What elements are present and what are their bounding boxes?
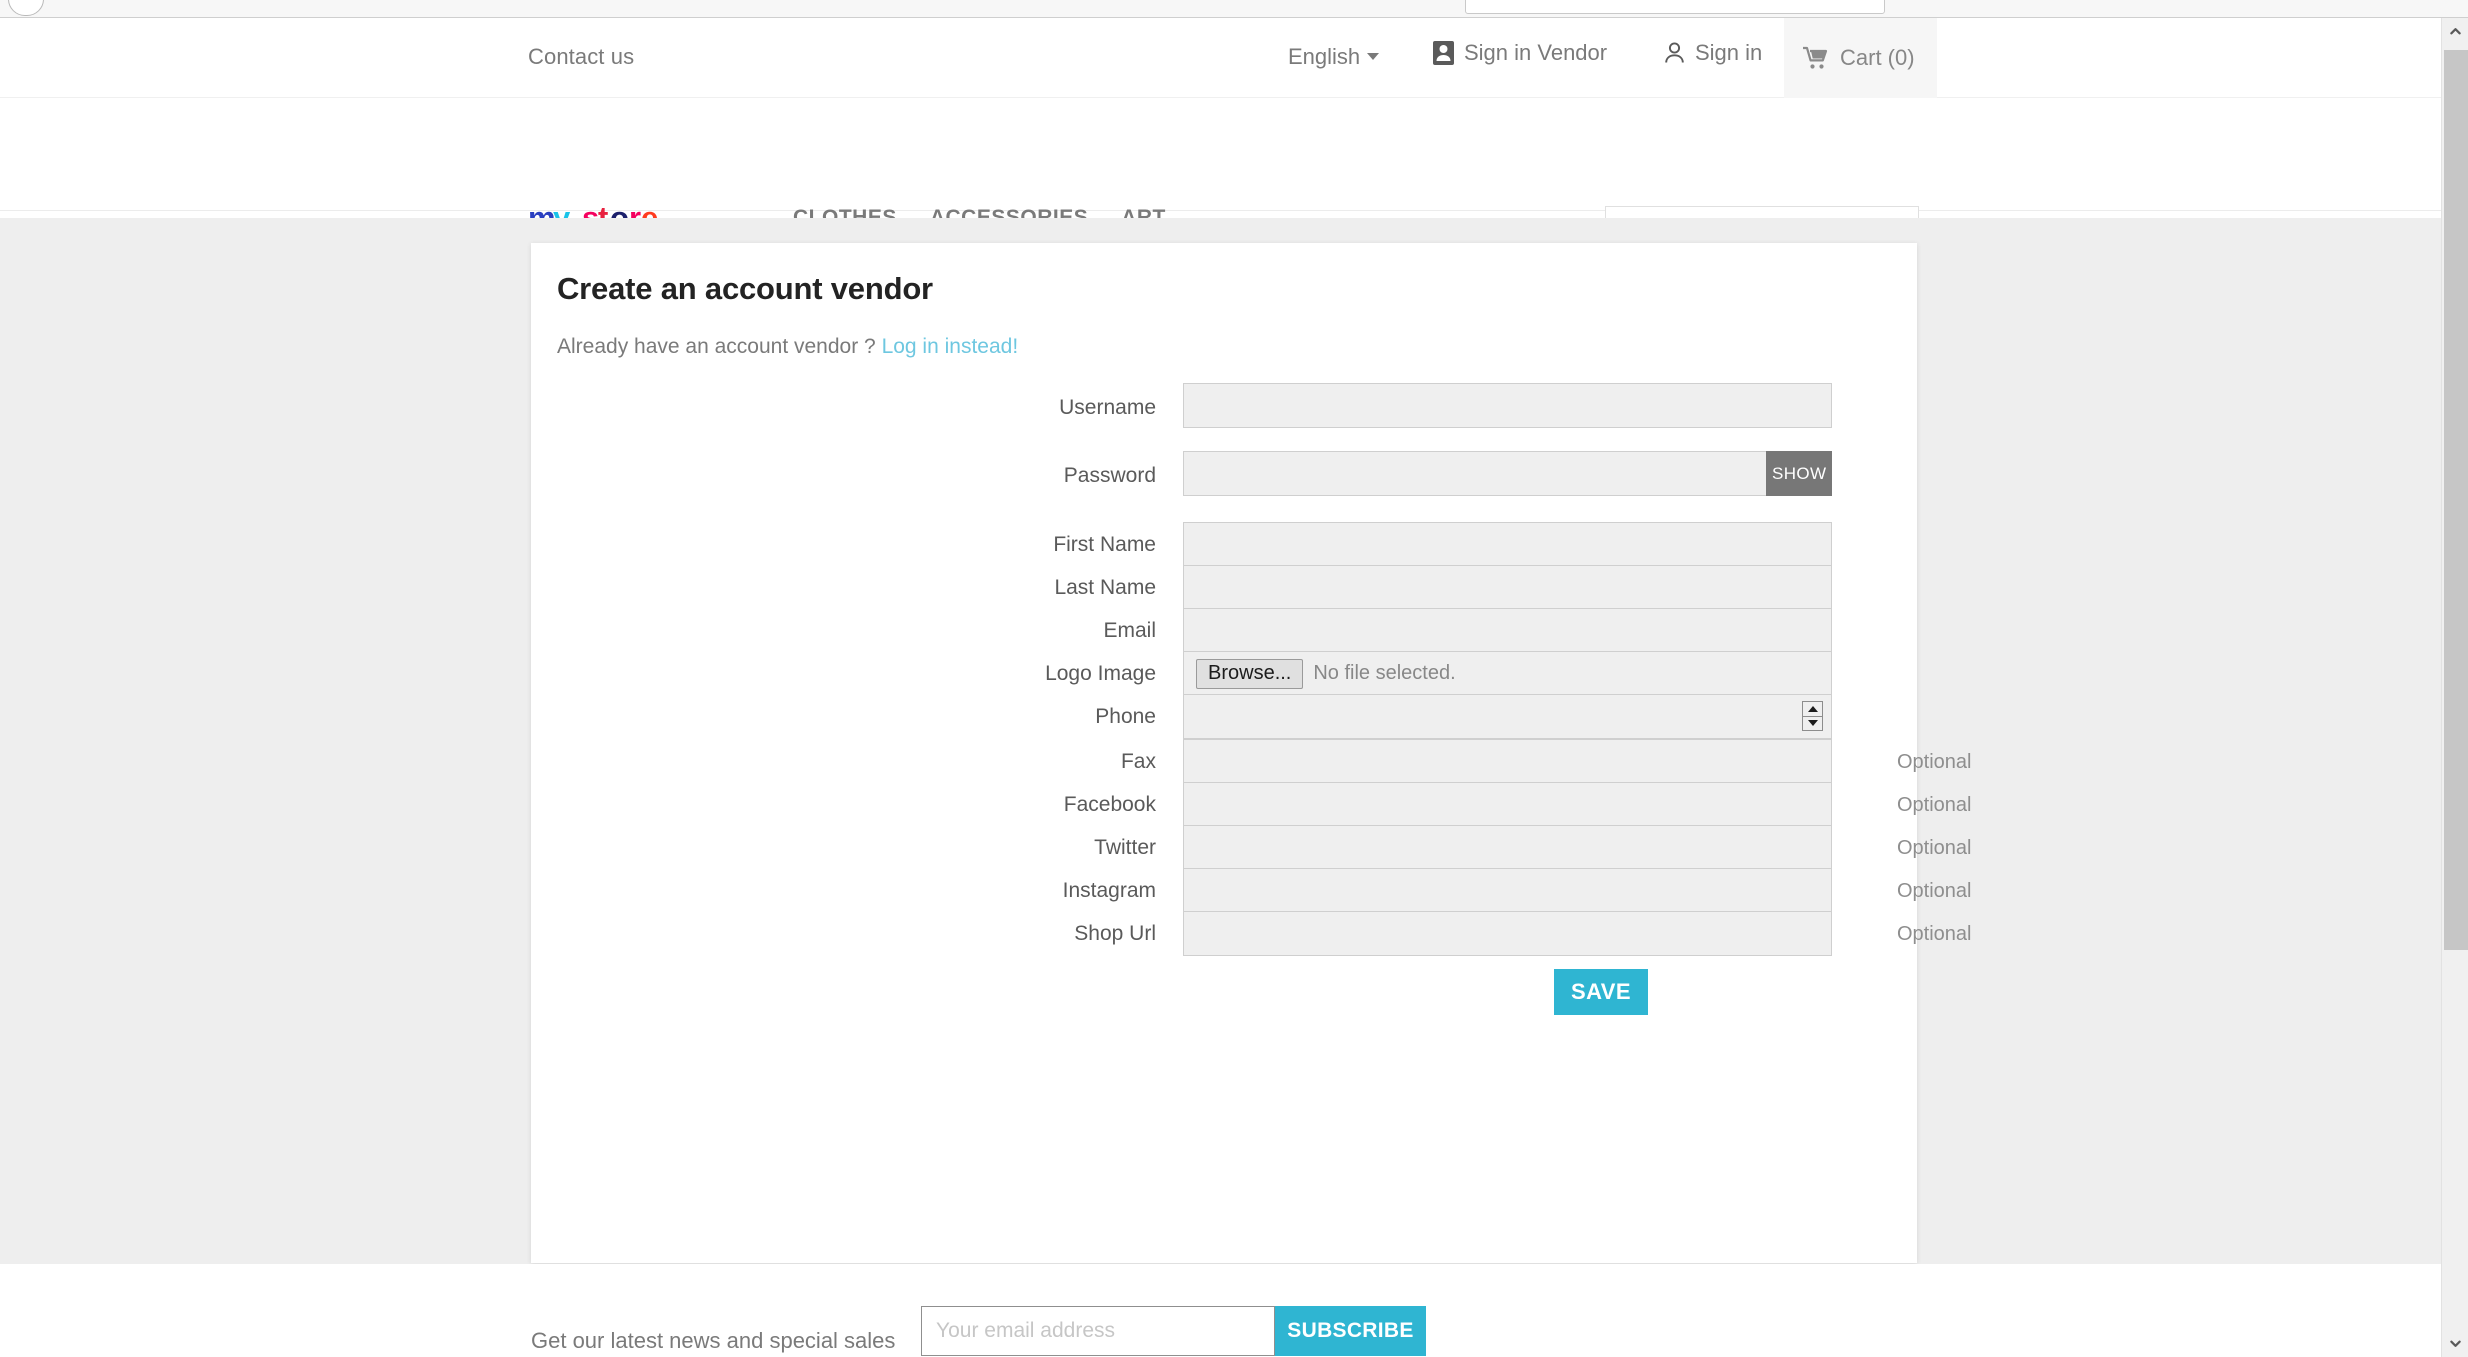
form-row-password: Password SHOW [531, 450, 1917, 522]
vendor-registration-form: Username Password SHOW First Name Last N… [531, 383, 1972, 1044]
password-label: Password [1063, 464, 1156, 487]
newsletter-section: Get our latest news and special sales SU… [0, 1264, 2441, 1357]
browser-tab-stub[interactable] [8, 0, 44, 16]
vendor-badge-icon [1432, 40, 1455, 66]
username-input[interactable] [1183, 383, 1832, 428]
phone-number-stepper[interactable] [1802, 701, 1823, 731]
fax-optional-hint: Optional [1897, 751, 1972, 773]
chevron-down-icon [1367, 52, 1380, 60]
page-content-area: Create an account vendor Already have an… [0, 218, 2441, 1357]
form-row-phone: Phone [531, 694, 1917, 739]
chevron-down-icon [2450, 1340, 2461, 1347]
sign-in-label: Sign in [1695, 40, 1763, 65]
form-row-facebook: Facebook Optional [531, 782, 1972, 827]
subscribe-button[interactable]: SUBSCRIBE [1275, 1306, 1426, 1356]
site-header: m y s t o r e CLOTHES ACCESSORIES ART [0, 98, 2441, 254]
form-row-twitter: Twitter Optional [531, 825, 1972, 870]
email-label: Email [1103, 619, 1156, 642]
instagram-optional-hint: Optional [1897, 880, 1972, 902]
triangle-down-icon [1807, 720, 1818, 727]
login-instead-text: Already have an account vendor ? [557, 335, 876, 358]
language-label: English [1288, 44, 1361, 69]
form-actions: SAVE [531, 954, 1917, 1044]
stepper-up-button[interactable] [1803, 702, 1822, 717]
scrollbar-down-arrow[interactable] [2442, 1330, 2468, 1357]
facebook-input[interactable] [1183, 782, 1832, 827]
login-instead-prompt: Already have an account vendor ? Log in … [557, 335, 1018, 359]
user-icon [1663, 40, 1686, 66]
form-row-shop-url: Shop Url Optional [531, 911, 1972, 956]
password-field-group: SHOW [1183, 451, 1832, 496]
triangle-up-icon [1807, 705, 1818, 712]
sign-in-vendor-label: Sign in Vendor [1464, 40, 1608, 65]
form-row-first-name: First Name [531, 522, 1917, 567]
sign-in-vendor-link[interactable]: Sign in Vendor [1432, 36, 1607, 70]
browse-button[interactable]: Browse... [1196, 658, 1304, 689]
show-password-button[interactable]: SHOW [1766, 451, 1832, 496]
fax-label: Fax [1120, 750, 1156, 773]
fax-input[interactable] [1183, 739, 1832, 784]
first-name-label: First Name [1053, 533, 1156, 556]
facebook-optional-hint: Optional [1897, 794, 1972, 816]
scrollbar-up-arrow[interactable] [2442, 18, 2468, 45]
vertical-scrollbar[interactable] [2441, 18, 2468, 1357]
shop-url-label: Shop Url [1074, 922, 1156, 945]
form-row-logo-image: Logo Image Browse... No file selected. [531, 651, 1917, 696]
shopping-cart-icon [1802, 45, 1830, 71]
form-row-email: Email [531, 608, 1917, 653]
last-name-input[interactable] [1183, 565, 1832, 610]
password-input[interactable] [1183, 451, 1766, 496]
newsletter-headline: Get our latest news and special sales [531, 1328, 896, 1353]
twitter-input[interactable] [1183, 825, 1832, 870]
top-navigation-bar: Contact us English Sign in Vendor Sign i… [0, 18, 2441, 98]
file-status-text: No file selected. [1313, 662, 1456, 684]
language-selector[interactable]: English [1288, 44, 1380, 70]
email-input[interactable] [1183, 608, 1832, 653]
first-name-input[interactable] [1183, 522, 1832, 567]
cart-button[interactable]: Cart (0) [1784, 18, 1937, 98]
create-vendor-account-panel: Create an account vendor Already have an… [531, 243, 1972, 1263]
logo-image-label: Logo Image [1045, 662, 1156, 685]
instagram-input[interactable] [1183, 868, 1832, 913]
twitter-label: Twitter [1094, 836, 1156, 859]
contact-us-link[interactable]: Contact us [528, 44, 634, 70]
form-row-last-name: Last Name [531, 565, 1917, 610]
stepper-down-button[interactable] [1803, 717, 1822, 731]
form-row-username: Username [531, 383, 1917, 450]
sign-in-link[interactable]: Sign in [1663, 36, 1762, 70]
scrollbar-thumb[interactable] [2444, 50, 2468, 950]
shop-url-input[interactable] [1183, 911, 1832, 956]
instagram-label: Instagram [1062, 879, 1156, 902]
save-button[interactable]: SAVE [1554, 969, 1648, 1015]
last-name-label: Last Name [1054, 576, 1156, 599]
facebook-label: Facebook [1063, 793, 1156, 816]
phone-input[interactable] [1183, 694, 1832, 739]
logo-image-file-field[interactable]: Browse... No file selected. [1183, 651, 1832, 696]
cart-label: Cart (0) [1840, 45, 1915, 70]
phone-label: Phone [1095, 705, 1156, 728]
twitter-optional-hint: Optional [1897, 837, 1972, 859]
username-label: Username [1059, 396, 1156, 419]
phone-field-group [1183, 694, 1832, 739]
form-row-instagram: Instagram Optional [531, 868, 1972, 913]
newsletter-email-input[interactable] [921, 1306, 1275, 1356]
page-title: Create an account vendor [557, 271, 933, 306]
shop-url-optional-hint: Optional [1897, 923, 1972, 945]
page-viewport: Contact us English Sign in Vendor Sign i… [0, 18, 2441, 1357]
browser-chrome-strip [0, 0, 2468, 18]
chevron-up-icon [2450, 28, 2461, 35]
log-in-instead-link[interactable]: Log in instead! [882, 335, 1019, 358]
browser-url-bar-stub[interactable] [1465, 0, 1885, 14]
form-row-fax: Fax Optional [531, 739, 1972, 784]
